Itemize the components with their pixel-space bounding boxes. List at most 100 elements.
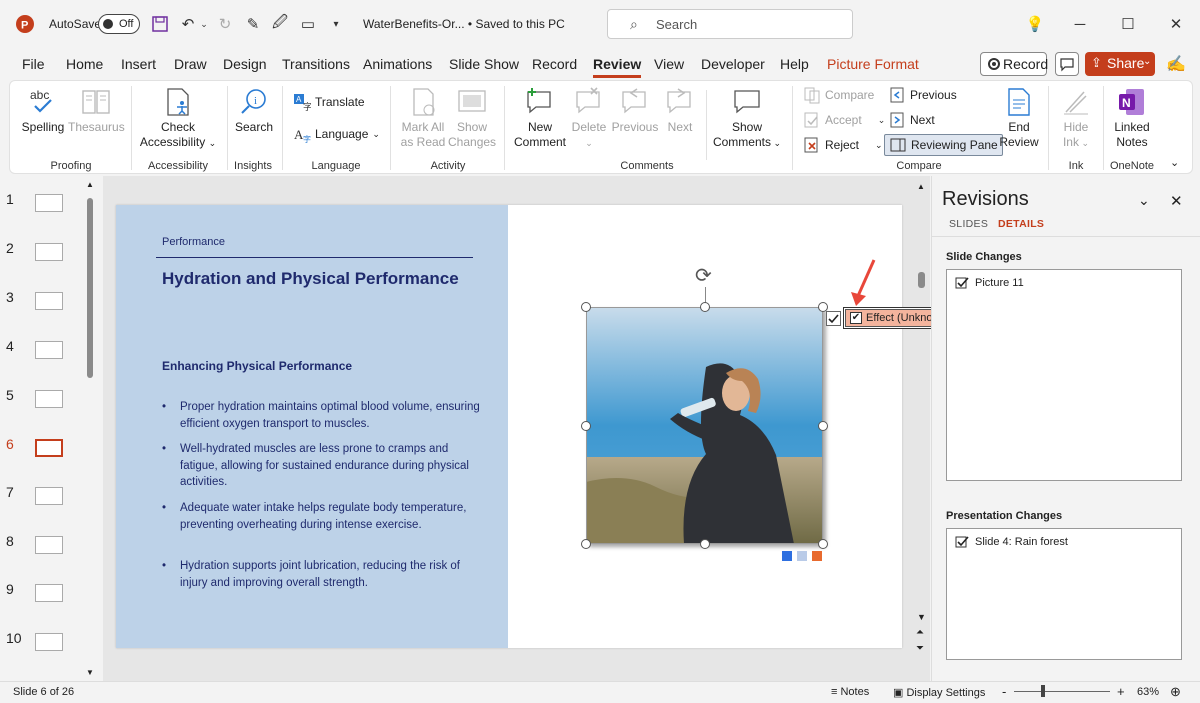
bullet-item[interactable]: Well-hydrated muscles are less prone to … — [162, 441, 480, 491]
pen-person-icon[interactable]: ✍ — [1166, 54, 1186, 74]
minimize-icon[interactable]: ─ — [1068, 12, 1092, 36]
slide-thumbnail[interactable] — [35, 633, 63, 651]
maximize-icon[interactable]: ☐ — [1116, 12, 1140, 36]
ribbon-collapse-icon[interactable]: ⌄ — [1170, 156, 1179, 169]
section-label[interactable]: Performance — [162, 236, 225, 248]
magic-wand-icon[interactable]: ✎ — [243, 12, 263, 36]
customize-toolbar-icon[interactable]: ▾ — [328, 12, 344, 36]
comments-button[interactable] — [1055, 52, 1079, 76]
undo-icon[interactable]: ↶ — [178, 12, 198, 36]
tab-picture-format[interactable]: Picture Format — [827, 56, 919, 72]
next-comment-button[interactable]: Next — [660, 86, 700, 135]
fit-slide-icon[interactable]: ⊕ — [1170, 684, 1181, 700]
tab-home[interactable]: Home — [66, 56, 103, 72]
slide[interactable]: Performance Hydration and Physical Perfo… — [116, 205, 902, 648]
present-icon[interactable]: ▭ — [298, 12, 318, 36]
resize-handle-nw[interactable] — [581, 302, 591, 312]
linked-notes-button[interactable]: N Linked Notes — [1108, 86, 1156, 150]
zoom-out-button[interactable]: - — [1002, 684, 1006, 699]
tab-insert[interactable]: Insert — [121, 56, 156, 72]
slide-subtitle[interactable]: Enhancing Physical Performance — [162, 359, 352, 373]
slide-thumbnail[interactable] — [35, 584, 63, 602]
end-review-button[interactable]: End Review — [998, 86, 1040, 150]
slide-thumbnail[interactable] — [35, 390, 63, 408]
scroll-down-icon[interactable]: ▼ — [86, 668, 94, 677]
list-item[interactable]: Picture 11 — [955, 276, 1024, 290]
autosave-toggle[interactable]: Off — [98, 14, 140, 34]
zoom-slider[interactable] — [1014, 691, 1110, 692]
pane-options-chevron-icon[interactable]: ⌄ — [1138, 192, 1150, 209]
rotate-handle-icon[interactable]: ⟳ — [695, 263, 712, 288]
resize-handle-s[interactable] — [700, 539, 710, 549]
tab-slides[interactable]: SLIDES — [949, 218, 988, 230]
canvas-scrollbar[interactable] — [918, 272, 925, 288]
search-input[interactable]: ⌕ Search — [607, 9, 853, 39]
next-slide-icon[interactable]: ⏷ — [916, 643, 924, 654]
show-changes-button[interactable]: Show Changes — [448, 86, 496, 150]
new-comment-button[interactable]: New Comment — [512, 86, 568, 150]
hide-ink-button[interactable]: Hide Ink ⌄ — [1054, 86, 1098, 151]
zoom-in-button[interactable]: + — [1117, 684, 1125, 699]
reject-button[interactable]: Reject ⌄ — [803, 135, 883, 155]
bullet-item[interactable]: Proper hydration maintains optimal blood… — [162, 399, 480, 432]
check-accessibility-button[interactable]: Check Accessibility ⌄ — [136, 86, 220, 151]
list-item[interactable]: Slide 4: Rain forest — [955, 535, 1068, 549]
tab-details[interactable]: DETAILS — [998, 218, 1044, 230]
slide-title[interactable]: Hydration and Physical Performance — [162, 269, 459, 289]
resize-handle-e[interactable] — [818, 421, 828, 431]
reviewing-pane-button[interactable]: Reviewing Pane — [884, 134, 1003, 156]
bullet-item[interactable]: Hydration supports joint lubrication, re… — [162, 558, 480, 591]
tab-draw[interactable]: Draw — [174, 56, 207, 72]
thumbnail-scrollbar[interactable] — [87, 198, 93, 378]
undo-dropdown-icon[interactable]: ⌄ — [198, 12, 210, 36]
resize-handle-se[interactable] — [818, 539, 828, 549]
document-title[interactable]: WaterBenefits-Or... • Saved to this PC — [363, 17, 565, 31]
show-comments-button[interactable]: Show Comments ⌄ — [711, 86, 783, 151]
tab-help[interactable]: Help — [780, 56, 809, 72]
resize-handle-n[interactable] — [700, 302, 710, 312]
close-icon[interactable]: ✕ — [1164, 12, 1188, 36]
bullet-item[interactable]: Adequate water intake helps regulate bod… — [162, 500, 480, 533]
tab-review[interactable]: Review — [593, 56, 642, 78]
canvas-scroll-down-icon[interactable]: ▼ — [917, 612, 926, 622]
record-button[interactable]: Record — [980, 52, 1048, 76]
previous-change-button[interactable]: Previous — [888, 85, 957, 105]
tab-design[interactable]: Design — [223, 56, 267, 72]
tab-record[interactable]: Record — [532, 56, 577, 72]
revision-marker-icon[interactable] — [826, 311, 841, 326]
previous-comment-button[interactable]: Previous — [610, 86, 660, 135]
scroll-up-icon[interactable]: ▲ — [86, 180, 94, 189]
thesaurus-button[interactable]: Thesaurus — [68, 86, 125, 135]
next-change-button[interactable]: Next — [888, 110, 935, 130]
tab-animations[interactable]: Animations — [363, 56, 432, 72]
redo-icon[interactable]: ↻ — [215, 12, 235, 36]
lightbulb-icon[interactable]: 💡 — [1023, 12, 1047, 36]
smart-lookup-search-button[interactable]: i Search — [232, 86, 276, 135]
save-icon[interactable] — [150, 12, 170, 36]
slide-thumbnail[interactable] — [35, 243, 63, 261]
language-button[interactable]: A字 Language ⌄ — [293, 124, 380, 144]
previous-slide-icon[interactable]: ⏶ — [916, 627, 924, 638]
slide-thumbnail[interactable] — [35, 292, 63, 310]
slide-thumbnail[interactable] — [35, 536, 63, 554]
tab-file[interactable]: File — [22, 56, 45, 72]
tab-developer[interactable]: Developer — [701, 56, 765, 72]
canvas-scroll-up-icon[interactable]: ▲ — [917, 182, 925, 191]
tab-transitions[interactable]: Transitions — [282, 56, 350, 72]
display-settings-button[interactable]: ▣ Display Settings — [893, 686, 985, 699]
close-pane-icon[interactable]: ✕ — [1170, 192, 1183, 210]
resize-handle-sw[interactable] — [581, 539, 591, 549]
notes-button[interactable]: ≡ Notes — [831, 686, 869, 698]
spelling-button[interactable]: abc Spelling — [20, 86, 66, 135]
slide-thumbnail[interactable] — [35, 341, 63, 359]
zoom-level[interactable]: 63% — [1137, 686, 1159, 698]
pen-icon[interactable]: 🖉 — [270, 12, 290, 36]
compare-button[interactable]: Compare — [803, 85, 874, 105]
zoom-slider-thumb[interactable] — [1041, 685, 1045, 697]
delete-comment-button[interactable]: Delete ⌄ — [566, 86, 612, 151]
resize-handle-w[interactable] — [581, 421, 591, 431]
mark-all-as-read-button[interactable]: Mark All as Read — [398, 86, 448, 150]
accept-button[interactable]: Accept ⌄ — [803, 110, 885, 130]
revision-checkbox[interactable]: ✔ — [850, 312, 862, 324]
slide-thumbnail[interactable] — [35, 487, 63, 505]
